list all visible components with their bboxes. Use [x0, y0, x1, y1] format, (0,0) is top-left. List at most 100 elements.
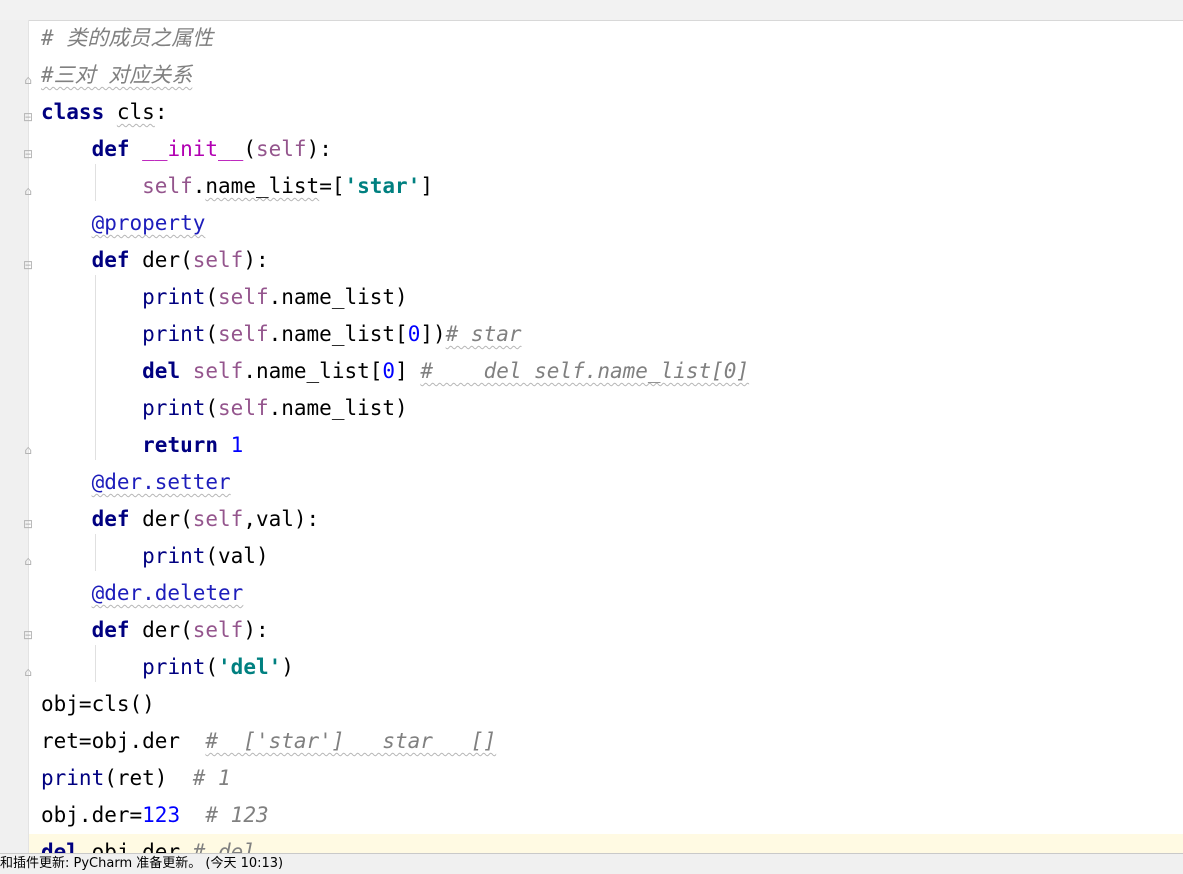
code-token: del [41, 840, 79, 853]
code-line-text: #三对 对应关系 [41, 57, 192, 94]
code-token: print [142, 655, 206, 679]
code-token: ) [281, 655, 294, 679]
code-line[interactable]: # 类的成员之属性 [29, 20, 1183, 57]
code-token: obj=cls() [41, 692, 155, 716]
code-token: obj.der= [41, 803, 143, 827]
code-token: .name_list[ [268, 322, 408, 346]
code-line-text: # 类的成员之属性 [41, 20, 213, 57]
code-line-text: del obj.der # del [41, 834, 256, 853]
code-line[interactable]: return 1 [29, 427, 1183, 464]
code-line-text: obj=cls() [41, 686, 155, 723]
code-line[interactable]: del obj.der # del [29, 834, 1183, 853]
code-token: . [192, 174, 206, 198]
code-line[interactable]: def der(self,val): [29, 501, 1183, 538]
code-token: print [142, 322, 206, 346]
code-line[interactable]: obj.der=123 # 123 [29, 797, 1183, 834]
code-line[interactable]: @property [29, 205, 1183, 242]
code-token: def [91, 137, 130, 161]
code-token: @der.setter [91, 470, 231, 494]
code-line[interactable]: print(val) [29, 538, 1183, 575]
code-line[interactable]: @der.deleter [29, 575, 1183, 612]
code-line-text: print('del') [41, 649, 294, 686]
code-token: obj.der [78, 840, 193, 853]
code-line-text: print(self.name_list[0])# star [41, 316, 522, 353]
code-token: der( [129, 618, 193, 642]
code-token: ret=obj.der [41, 729, 206, 753]
code-line[interactable]: def __init__(self): [29, 131, 1183, 168]
code-line[interactable]: print(self.name_list[0])# star [29, 316, 1183, 353]
code-token: (ret) [104, 766, 193, 790]
code-line[interactable]: del self.name_list[0] # del self.name_li… [29, 353, 1183, 390]
code-line[interactable]: def der(self): [29, 612, 1183, 649]
code-line-text: obj.der=123 # 123 [41, 797, 269, 834]
code-token: # del [192, 840, 256, 853]
status-message[interactable]: 和插件更新: PyCharm 准备更新。 (今天 10:13) [0, 854, 283, 874]
code-token: ( [243, 137, 256, 161]
code-line-text: print(val) [41, 538, 268, 575]
code-line[interactable]: obj=cls() [29, 686, 1183, 723]
code-token: ( [205, 396, 219, 420]
code-line-text: @der.setter [41, 464, 231, 501]
code-line-text: print(ret) # 1 [41, 760, 231, 797]
code-token: ] [420, 174, 433, 198]
code-token: .name_list) [268, 285, 408, 309]
code-line-text: return 1 [41, 427, 243, 464]
code-token: ): [243, 618, 269, 642]
code-token: # star [445, 322, 522, 346]
code-token: # ['star'] star [] [205, 729, 497, 753]
code-line-text: @property [41, 205, 206, 242]
code-token: ): [243, 248, 269, 272]
code-token: print [41, 766, 105, 790]
code-token: self [192, 359, 244, 383]
code-line[interactable]: print('del') [29, 649, 1183, 686]
editor-gutter: ⌂ ⊟ ⊟ ⌂ ⊟ ⌂ ⊟ ⌂ ⊟ ⌂ [0, 20, 33, 853]
code-line[interactable]: #三对 对应关系 [29, 57, 1183, 94]
code-line[interactable]: print(ret) # 1 [29, 760, 1183, 797]
code-token: : [154, 100, 168, 124]
code-line[interactable]: def der(self): [29, 242, 1183, 279]
code-token: print [142, 285, 206, 309]
code-token: #三对 对应关系 [41, 63, 193, 87]
code-line-text: del self.name_list[0] # del self.name_li… [41, 353, 749, 390]
code-token: @der.deleter [91, 581, 244, 605]
code-token: cls [116, 100, 155, 124]
code-token: # del self.name_list[0] [420, 359, 750, 383]
code-line-text: def der(self,val): [41, 501, 320, 538]
code-token: der( [129, 248, 193, 272]
code-token: der( [129, 507, 193, 531]
code-line[interactable]: class cls: [29, 94, 1183, 131]
code-token: def [91, 618, 130, 642]
code-line[interactable]: self.name_list=['star'] [29, 168, 1183, 205]
code-token: 'star' [344, 174, 421, 198]
code-token: print [142, 396, 206, 420]
code-token: self [192, 618, 244, 642]
code-token: # 123 [205, 803, 269, 827]
code-token: print [142, 544, 206, 568]
code-token: def [91, 248, 130, 272]
code-token: name_list [205, 174, 320, 198]
code-line[interactable]: @der.setter [29, 464, 1183, 501]
code-token: del [142, 359, 181, 383]
status-bar: 和插件更新: PyCharm 准备更新。 (今天 10:13) [0, 853, 1183, 874]
code-token: # 1 [192, 766, 231, 790]
code-line-text: def der(self): [41, 612, 269, 649]
code-line[interactable]: ret=obj.der # ['star'] star [] [29, 723, 1183, 760]
code-line[interactable]: print(self.name_list) [29, 390, 1183, 427]
code-editor[interactable]: # 类的成员之属性 #三对 对应关系 class cls: def __init__… [29, 20, 1183, 853]
code-line[interactable]: print(self.name_list) [29, 279, 1183, 316]
code-token: self [218, 322, 269, 346]
